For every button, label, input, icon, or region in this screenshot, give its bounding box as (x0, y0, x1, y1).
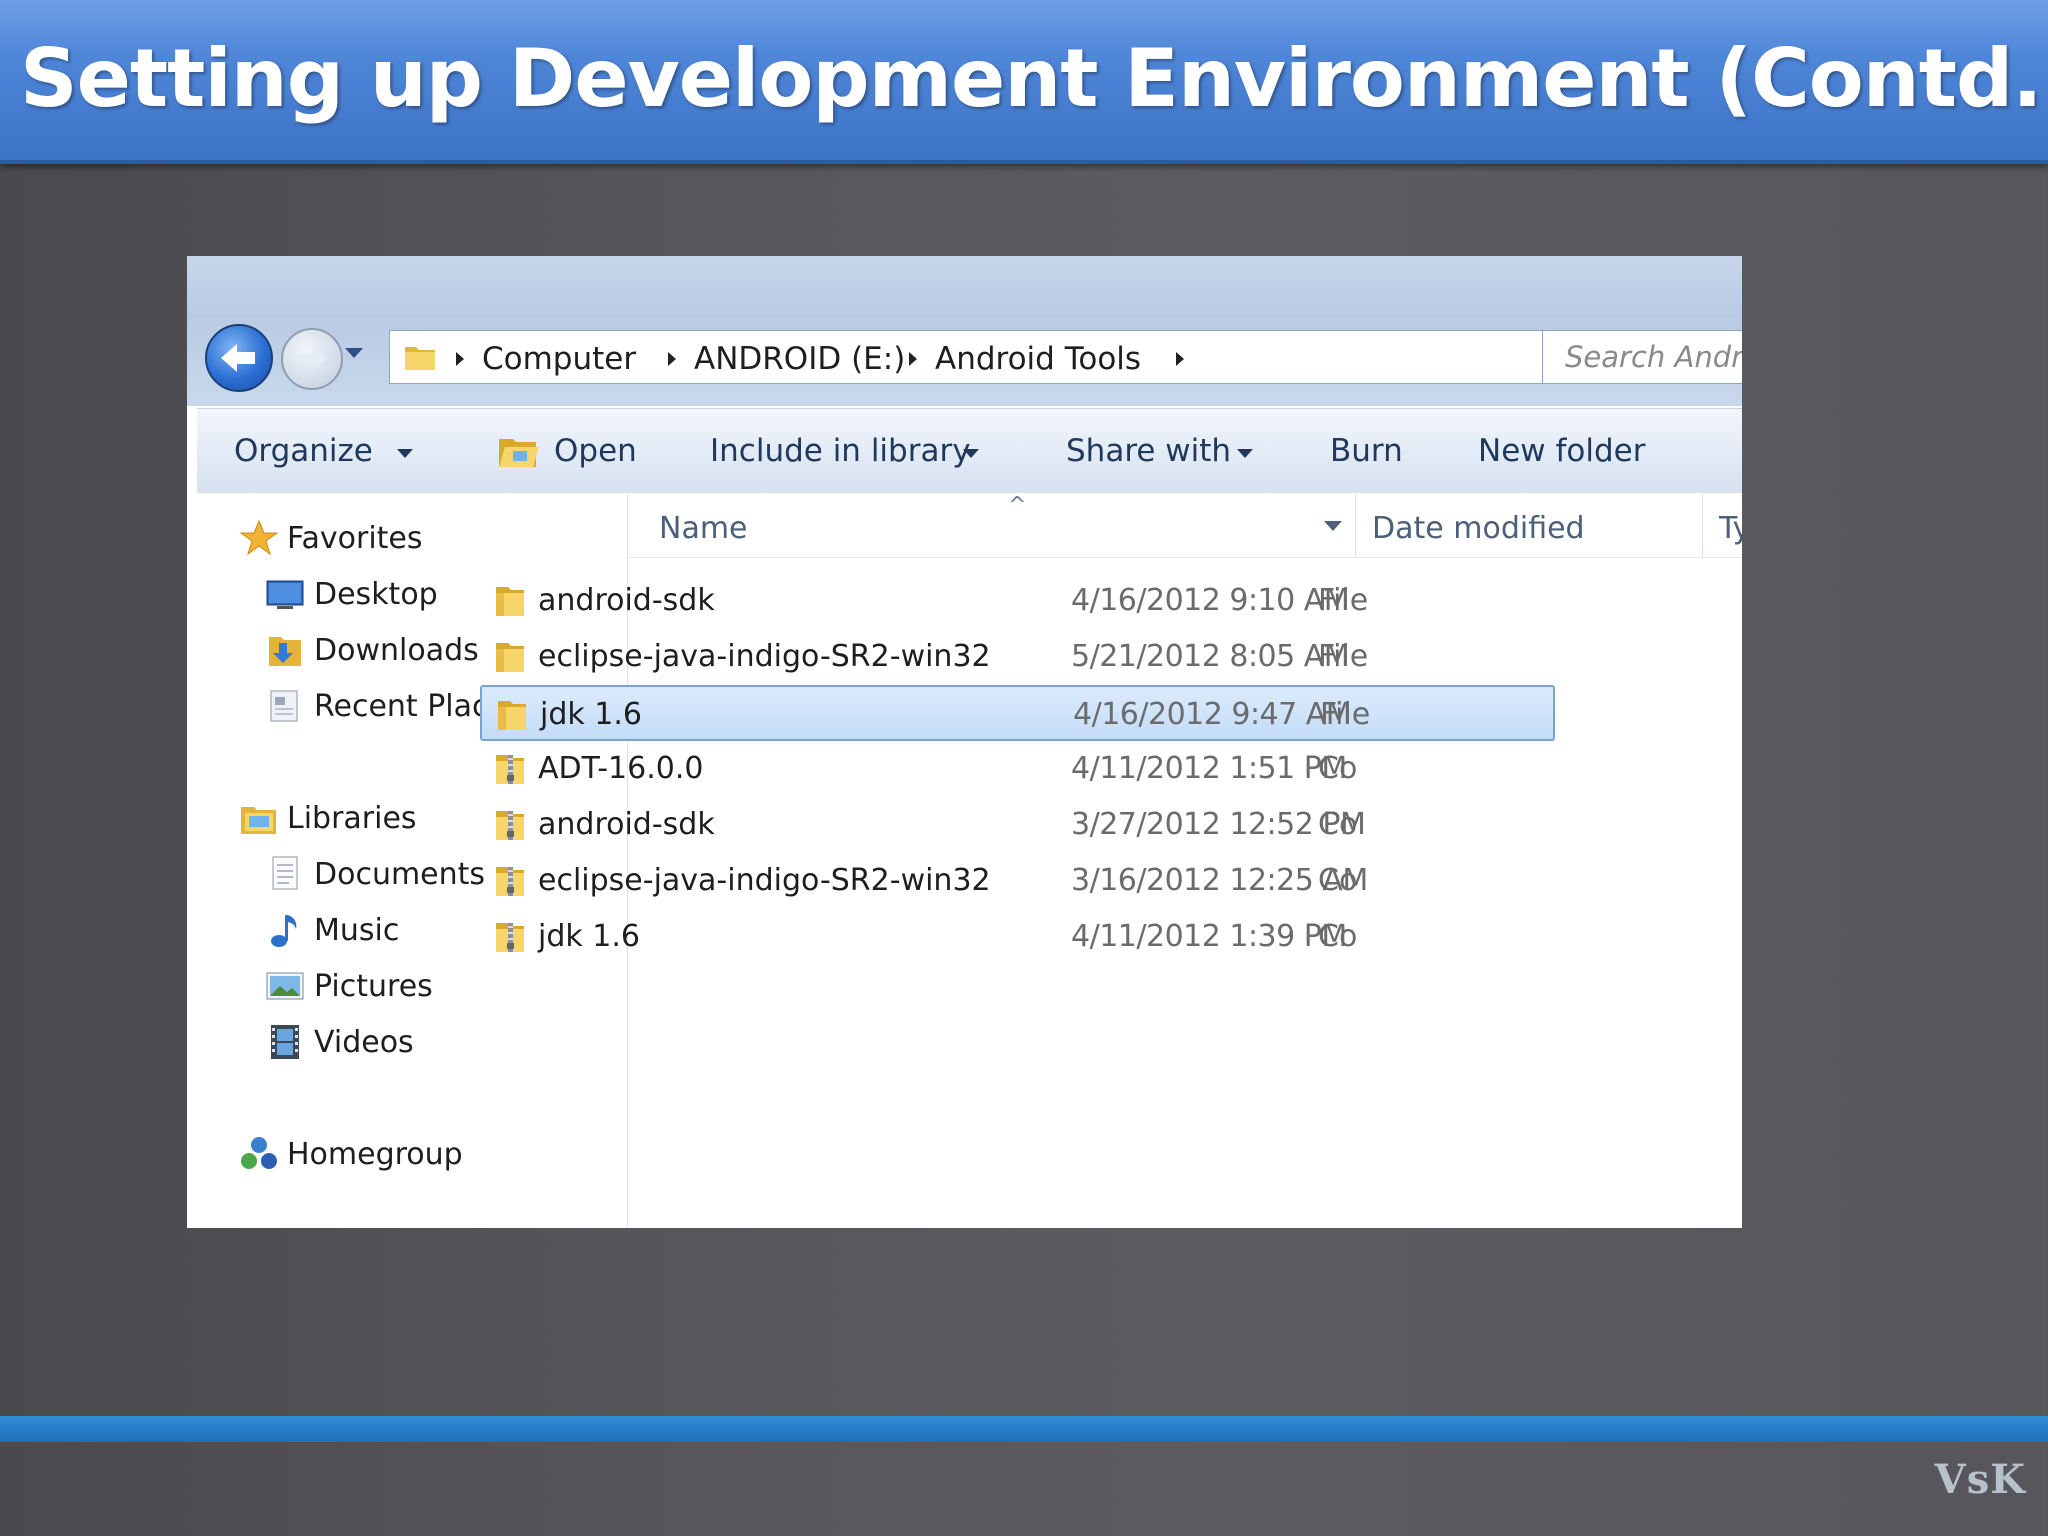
file-row[interactable]: eclipse-java-indigo-SR2-win32 5/21/2012 8… (480, 629, 1555, 685)
slide-title: Setting up Development Environment (Cont… (20, 32, 2048, 125)
column-separator[interactable] (1355, 493, 1356, 557)
nav-desktop[interactable]: Desktop (314, 577, 438, 612)
file-row[interactable]: jdk 1.6 4/11/2012 1:39 PM Co (480, 909, 1555, 965)
slide-title-bar: Setting up Development Environment (Cont… (0, 0, 2048, 164)
nav-homegroup[interactable]: Homegroup (287, 1137, 463, 1172)
share-with-dropdown-icon[interactable] (1237, 449, 1253, 458)
file-type: Co (1318, 863, 1358, 898)
share-with-button[interactable]: Share with (1066, 433, 1231, 469)
recent-pages-dropdown[interactable] (345, 348, 363, 358)
window-chrome: Computer ANDROID (E:) Android Tools (187, 256, 1742, 406)
pictures-icon (266, 972, 304, 1000)
include-in-library-button[interactable]: Include in library (710, 433, 971, 469)
music-icon (271, 915, 297, 947)
file-date-modified: 4/16/2012 9:47 AM (1073, 697, 1352, 732)
folder-icon (405, 347, 435, 370)
address-bar[interactable]: Computer ANDROID (E:) Android Tools (389, 330, 1709, 384)
file-name: eclipse-java-indigo-SR2-win32 (538, 639, 991, 674)
forward-button[interactable] (281, 328, 343, 390)
back-button[interactable] (205, 324, 273, 392)
file-date-modified: 4/11/2012 1:51 PM (1071, 751, 1347, 786)
breadcrumb-computer[interactable]: Computer (482, 341, 636, 377)
zip-folder-icon (496, 755, 524, 784)
nav-documents[interactable]: Documents (314, 857, 485, 892)
organize-button[interactable]: Organize (234, 433, 373, 469)
column-header-row: ^ Name Date modified Typ (628, 493, 1742, 558)
forward-arrow-icon (297, 347, 327, 371)
new-folder-button[interactable]: New folder (1478, 433, 1645, 469)
recent-places-icon (270, 690, 298, 722)
command-bar: Organize Open Include in library Share w… (197, 408, 1742, 494)
file-row[interactable]: android-sdk 4/16/2012 9:10 AM File (480, 573, 1555, 629)
breadcrumb-separator-icon[interactable] (1176, 352, 1184, 366)
libraries-icon (241, 807, 276, 834)
nav-favorites[interactable]: Favorites (287, 521, 423, 556)
file-type: Co (1318, 751, 1358, 786)
documents-icon (272, 856, 298, 890)
file-name: android-sdk (538, 807, 715, 842)
file-date-modified: 4/16/2012 9:10 AM (1071, 583, 1350, 618)
desktop-icon (266, 580, 304, 609)
folder-icon (496, 643, 524, 672)
breadcrumb-drive[interactable]: ANDROID (E:) (694, 341, 905, 377)
sort-ascending-icon: ^ (1008, 493, 1027, 518)
file-type: File (1318, 583, 1369, 618)
explorer-window: Computer ANDROID (E:) Android Tools Orga… (187, 256, 1742, 1228)
column-date-modified[interactable]: Date modified (1372, 511, 1585, 546)
downloads-icon (269, 637, 301, 666)
include-in-library-dropdown-icon[interactable] (963, 449, 979, 458)
file-row[interactable]: eclipse-java-indigo-SR2-win32 3/16/2012 1… (480, 853, 1555, 909)
nav-pictures[interactable]: Pictures (314, 969, 433, 1004)
nav-music[interactable]: Music (314, 913, 399, 948)
back-arrow-icon (221, 344, 255, 372)
file-type: File (1320, 697, 1371, 732)
open-button[interactable]: Open (554, 433, 637, 469)
slide-bottom-stripe (0, 1416, 2048, 1442)
footer-logo: VsK (1934, 1456, 2026, 1503)
organize-dropdown-icon[interactable] (397, 449, 413, 458)
file-date-modified: 4/11/2012 1:39 PM (1071, 919, 1347, 954)
file-row[interactable]: ADT-16.0.0 4/11/2012 1:51 PM Co (480, 741, 1555, 797)
search-input[interactable] (1563, 339, 1742, 375)
homegroup-icon (241, 1137, 277, 1169)
videos-icon (271, 1025, 299, 1059)
zip-folder-icon (496, 811, 524, 840)
breadcrumb-separator-icon[interactable] (909, 352, 917, 366)
burn-button[interactable]: Burn (1330, 433, 1403, 469)
nav-libraries[interactable]: Libraries (287, 801, 417, 836)
column-name-filter-icon[interactable] (1324, 521, 1342, 531)
file-type: Co (1318, 919, 1358, 954)
zip-folder-icon (496, 923, 524, 952)
star-icon (239, 519, 279, 556)
file-name: android-sdk (538, 583, 715, 618)
search-box[interactable] (1542, 330, 1742, 384)
zip-folder-icon (496, 867, 524, 896)
file-name: eclipse-java-indigo-SR2-win32 (538, 863, 991, 898)
file-type: Co (1318, 807, 1358, 842)
file-name: jdk 1.6 (540, 697, 642, 732)
column-separator[interactable] (1702, 493, 1703, 557)
breadcrumb-separator-icon[interactable] (668, 352, 676, 366)
file-date-modified: 5/21/2012 8:05 AM (1071, 639, 1350, 674)
nav-videos[interactable]: Videos (314, 1025, 414, 1060)
open-folder-icon (499, 439, 539, 467)
file-type: File (1318, 639, 1369, 674)
breadcrumb-separator-icon[interactable] (456, 352, 464, 366)
file-name: ADT-16.0.0 (538, 751, 704, 786)
folder-icon (496, 587, 524, 616)
file-row[interactable]: jdk 1.6 4/16/2012 9:47 AM File (480, 685, 1555, 741)
column-name[interactable]: Name (659, 511, 748, 546)
file-name: jdk 1.6 (538, 919, 640, 954)
breadcrumb-android-tools[interactable]: Android Tools (935, 341, 1141, 377)
file-row[interactable]: android-sdk 3/27/2012 12:52 PM Co (480, 797, 1555, 853)
nav-downloads[interactable]: Downloads (314, 633, 479, 668)
column-type[interactable]: Typ (1719, 511, 1742, 546)
folder-icon (498, 701, 526, 730)
